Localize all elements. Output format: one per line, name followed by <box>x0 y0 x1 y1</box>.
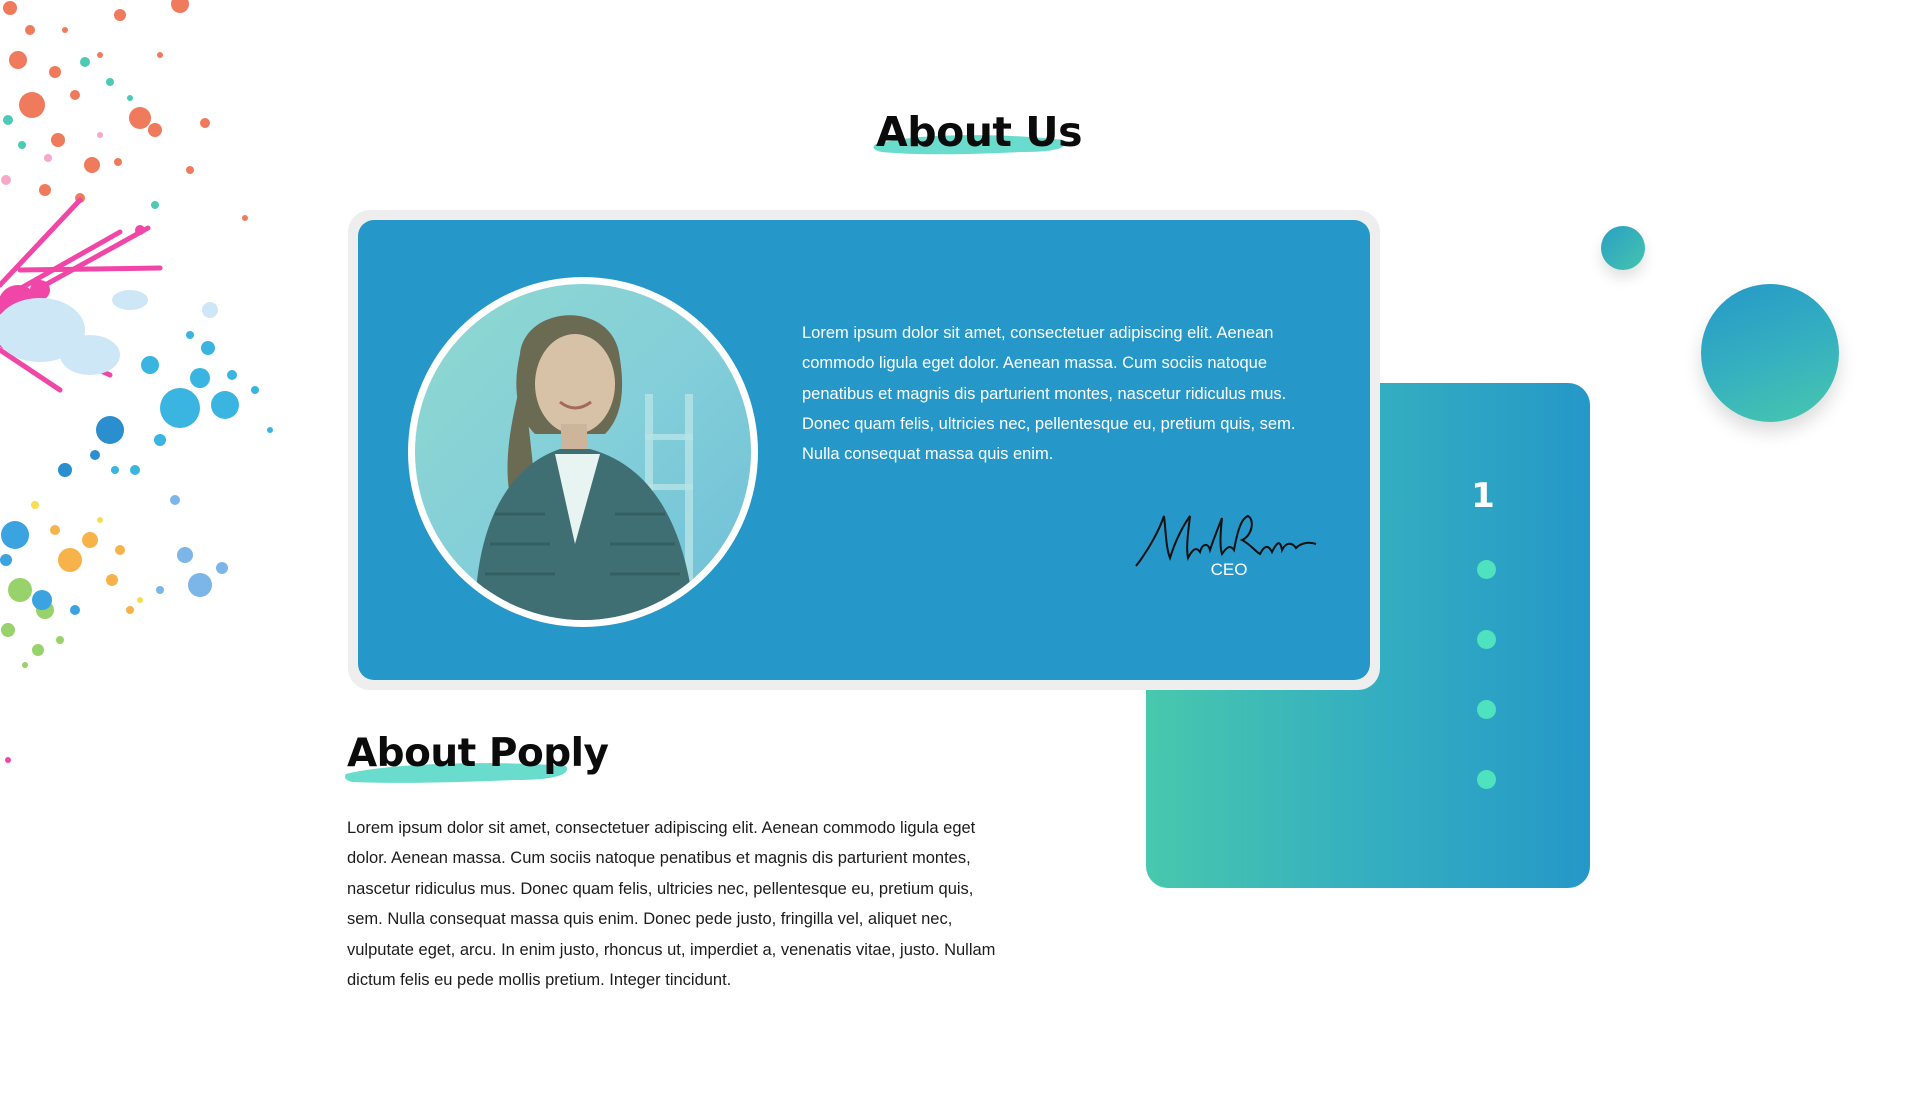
slide-number: 1 <box>1471 476 1495 516</box>
about-poply-title: About Poply <box>347 731 609 776</box>
slider-dot-2[interactable] <box>1477 630 1496 649</box>
decorative-circle-small <box>1601 226 1645 270</box>
about-us-title: About Us <box>876 108 1083 156</box>
about-poply-description: Lorem ipsum dolor sit amet, consectetuer… <box>347 819 996 990</box>
decorative-circle-large <box>1701 284 1839 422</box>
ceo-role: CEO <box>1210 560 1248 579</box>
slider-dot-3[interactable] <box>1477 700 1496 719</box>
slider-dot-4[interactable] <box>1477 770 1496 789</box>
testimonial-quote: Lorem ipsum dolor sit amet, consectetuer… <box>802 324 1296 464</box>
slider-dot-1[interactable] <box>1477 560 1496 579</box>
person-photo <box>415 284 751 620</box>
paint-splash-decoration <box>0 0 273 763</box>
ceo-avatar <box>408 277 758 627</box>
